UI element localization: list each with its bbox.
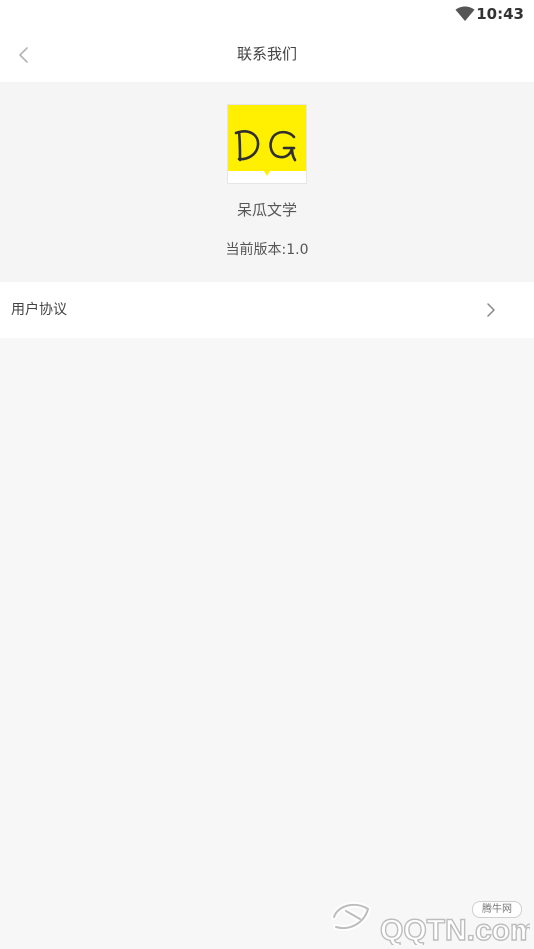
watermark-tag: 腾牛网 <box>472 901 522 918</box>
status-time: 10:43 <box>476 5 524 23</box>
app-name: 呆瓜文学 <box>236 201 297 219</box>
navigation-bar: 联系我们 <box>0 28 534 82</box>
status-bar: 10:43 <box>0 0 534 28</box>
app-version: 当前版本:1.0 <box>225 242 309 258</box>
chevron-right-icon <box>487 303 495 317</box>
watermark: QQTN.com 腾牛网 <box>326 893 530 945</box>
about-section: 呆瓜文学 当前版本:1.0 <box>0 82 534 282</box>
page-title: 联系我们 <box>236 45 297 63</box>
watermark-text: QQTN.com <box>380 914 530 945</box>
user-agreement-label: 用户协议 <box>11 302 67 318</box>
user-agreement-item[interactable]: 用户协议 <box>0 282 534 338</box>
app-logo-mark <box>234 130 297 176</box>
wifi-icon <box>455 6 475 21</box>
app-logo <box>228 105 306 183</box>
menu-list: 用户协议 <box>0 282 534 338</box>
